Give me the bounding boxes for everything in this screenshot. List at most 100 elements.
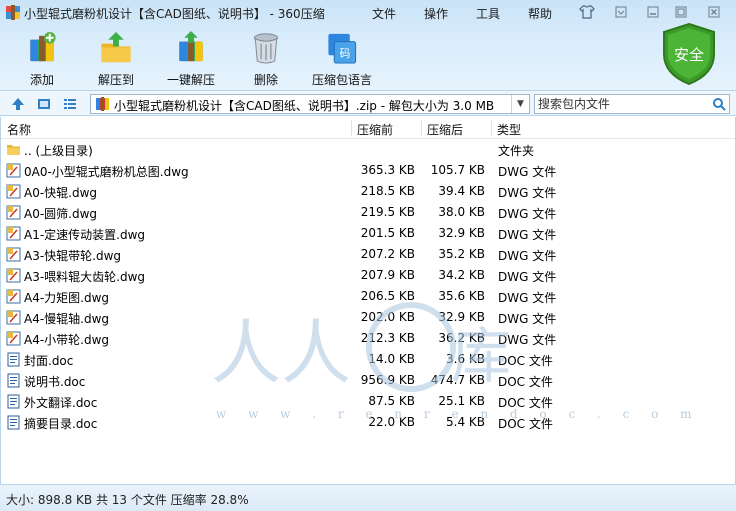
file-size-compressed: 34.2 KB	[438, 268, 485, 282]
one-click-extract-icon	[179, 30, 203, 62]
file-type: DWG 文件	[498, 333, 557, 347]
watermark-url: w w w . r e n r e n d o c . c o m	[216, 407, 701, 421]
maximize-icon[interactable]	[670, 3, 692, 20]
file-row[interactable]: A3-喂料辊大齿轮.dwg 207.9 KB 34.2 KB DWG 文件	[1, 265, 735, 286]
file-size-packed: 14.0 KB	[368, 352, 415, 366]
file-size-packed: 206.5 KB	[360, 289, 415, 303]
file-row[interactable]: 0A0-小型辊式磨粉机总图.dwg 365.3 KB 105.7 KB DWG 文件	[1, 160, 735, 181]
dwg-file-icon	[6, 226, 21, 241]
file-row[interactable]: A4-小带轮.dwg 212.3 KB 36.2 KB DWG 文件	[1, 328, 735, 349]
file-type: DOC 文件	[498, 354, 553, 368]
file-size-compressed: 105.7 KB	[430, 163, 485, 177]
list-view-icon[interactable]	[62, 96, 78, 112]
file-size-packed: 201.5 KB	[360, 226, 415, 240]
title-toolbar-band: 小型辊式磨粉机设计【含CAD图纸、说明书】 - 360压缩 文件 操作 工具 帮…	[0, 0, 736, 90]
dwg-file-icon	[6, 289, 21, 304]
minimize-icon[interactable]	[642, 3, 664, 20]
add-button-label: 添加	[29, 73, 54, 87]
file-type: DWG 文件	[498, 207, 557, 221]
menu-action[interactable]: 操作	[424, 5, 448, 22]
column-header-compressed[interactable]: 压缩后	[427, 121, 463, 138]
column-header-packed[interactable]: 压缩前	[357, 121, 393, 138]
file-size-compressed: 474.7 KB	[430, 373, 485, 387]
archive-language-icon: 码	[328, 33, 357, 64]
file-type: DWG 文件	[498, 186, 557, 200]
file-list: 名称 压缩前 压缩后 类型 .. (上级目录) 文件夹 0A0-小型辊式磨粉机总图.…	[0, 117, 736, 484]
doc-file-icon	[7, 352, 20, 367]
icon-view-icon[interactable]	[36, 96, 52, 112]
file-name: A1-定速传动装置.dwg	[24, 228, 146, 242]
search-box[interactable]	[534, 94, 730, 114]
file-list-header: 名称 压缩前 压缩后 类型	[1, 117, 735, 139]
file-size-compressed: 36.2 KB	[438, 331, 485, 345]
column-header-type[interactable]: 类型	[497, 121, 521, 138]
close-icon[interactable]	[700, 3, 728, 20]
extract-to-icon	[101, 31, 131, 63]
file-type: DWG 文件	[498, 249, 557, 263]
archive-language-button[interactable]: 码 压缩包语言	[308, 30, 376, 88]
search-input[interactable]	[538, 96, 708, 112]
file-row[interactable]: A4-力矩图.dwg 206.5 KB 35.6 KB DWG 文件	[1, 286, 735, 307]
dwg-file-icon	[6, 184, 21, 199]
column-header-name[interactable]: 名称	[7, 121, 31, 138]
file-row[interactable]: A0-圆筛.dwg 219.5 KB 38.0 KB DWG 文件	[1, 202, 735, 223]
file-name: A0-圆筛.dwg	[24, 207, 98, 221]
file-size-packed: 212.3 KB	[360, 331, 415, 345]
skin-icon[interactable]	[576, 3, 598, 20]
file-row[interactable]: A1-定速传动装置.dwg 201.5 KB 32.9 KB DWG 文件	[1, 223, 735, 244]
file-type: 文件夹	[498, 144, 535, 158]
status-text: 大小: 898.8 KB 共 13 个文件 压缩率 28.8%	[6, 493, 249, 507]
delete-button[interactable]: 删除	[248, 30, 284, 88]
chevron-down-icon[interactable]: ▼	[511, 95, 529, 113]
file-name: .. (上级目录)	[24, 144, 93, 158]
security-shield-icon[interactable]: 安全	[660, 22, 718, 86]
file-row[interactable]: A0-快辊.dwg 218.5 KB 39.4 KB DWG 文件	[1, 181, 735, 202]
menu-help[interactable]: 帮助	[528, 5, 552, 22]
file-row[interactable]: 说明书.doc 956.9 KB 474.7 KB DOC 文件	[1, 370, 735, 391]
file-name: 外文翻译.doc	[24, 396, 98, 410]
folder-icon	[7, 145, 20, 155]
add-button[interactable]: 添加	[22, 30, 62, 88]
archive-language-button-label: 压缩包语言	[311, 73, 372, 87]
address-path-box[interactable]: 小型辊式磨粉机设计【含CAD图纸、说明书】.zip - 解包大小为 3.0 MB…	[90, 94, 530, 114]
doc-file-icon	[7, 415, 20, 430]
zip-archive-icon	[96, 97, 109, 111]
file-name: A0-快辊.dwg	[24, 186, 98, 200]
dwg-file-icon	[6, 247, 21, 262]
file-size-compressed: 25.1 KB	[438, 394, 485, 408]
menu-dropdown-icon[interactable]	[610, 3, 632, 20]
extract-to-button[interactable]: 解压到	[94, 30, 138, 88]
address-path-text: 小型辊式磨粉机设计【含CAD图纸、说明书】.zip - 解包大小为 3.0 MB	[114, 99, 495, 113]
doc-file-icon	[7, 394, 20, 409]
add-archive-icon	[30, 31, 56, 62]
dwg-file-icon	[6, 268, 21, 283]
file-name: A4-慢辊轴.dwg	[24, 312, 110, 326]
file-name: A4-小带轮.dwg	[24, 333, 110, 347]
delete-button-label: 删除	[253, 73, 278, 87]
one-click-extract-button[interactable]: 一键解压	[166, 30, 216, 88]
file-size-compressed: 39.4 KB	[438, 184, 485, 198]
file-size-compressed: 35.6 KB	[438, 289, 485, 303]
file-size-packed: 87.5 KB	[368, 394, 415, 408]
up-arrow-icon[interactable]	[10, 96, 26, 112]
dwg-file-icon	[6, 310, 21, 325]
svg-text:码: 码	[340, 47, 351, 60]
file-row[interactable]: A4-慢辊轴.dwg 202.0 KB 32.9 KB DWG 文件	[1, 307, 735, 328]
doc-file-icon	[7, 373, 20, 388]
file-name: 摘要目录.doc	[24, 417, 98, 431]
dwg-file-icon	[6, 331, 21, 346]
dwg-file-icon	[6, 163, 21, 178]
file-row[interactable]: 封面.doc 14.0 KB 3.6 KB DOC 文件	[1, 349, 735, 370]
file-size-compressed: 35.2 KB	[438, 247, 485, 261]
file-name: A3-喂料辊大齿轮.dwg	[24, 270, 146, 284]
menu-file[interactable]: 文件	[372, 5, 396, 22]
file-size-compressed: 3.6 KB	[446, 352, 485, 366]
file-row[interactable]: .. (上级目录) 文件夹	[1, 139, 735, 160]
file-size-packed: 956.9 KB	[360, 373, 415, 387]
menu-tools[interactable]: 工具	[476, 5, 500, 22]
extract-to-button-label: 解压到	[97, 73, 134, 87]
file-row[interactable]: A3-快辊带轮.dwg 207.2 KB 35.2 KB DWG 文件	[1, 244, 735, 265]
file-size-packed: 219.5 KB	[360, 205, 415, 219]
search-icon[interactable]	[712, 97, 726, 111]
file-size-compressed: 38.0 KB	[438, 205, 485, 219]
